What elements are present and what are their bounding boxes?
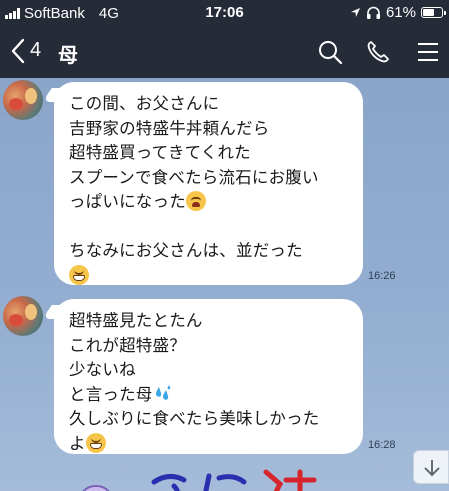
phone-icon[interactable] — [365, 39, 391, 65]
message-line-with-emoji: よ — [69, 432, 359, 457]
message-bubble[interactable]: この間、お父さんに 吉野家の特盛牛丼頼んだら 超特盛買ってきてくれた スプーンで… — [54, 82, 363, 285]
search-icon[interactable] — [317, 39, 343, 65]
arrow-down-icon — [424, 460, 440, 477]
menu-icon[interactable] — [415, 39, 441, 65]
message-line: ちなみにお父さんは、並だった — [69, 241, 303, 260]
status-bar: SoftBank 4G 17:06 61% — [0, 0, 449, 26]
status-right: 61% — [350, 4, 446, 21]
message-bubble[interactable]: 超特盛見たとたん これが超特盛？ 少ないね と言った母 久しぶりに食べたら美味し… — [54, 299, 363, 454]
scroll-to-bottom-button[interactable] — [413, 450, 449, 484]
chat-area[interactable]: この間、お父さんに 吉野家の特盛牛丼頼んだら 超特盛買ってきてくれた スプーンで… — [0, 78, 449, 491]
message-line-with-emoji: と言った母 — [69, 383, 359, 408]
sender-avatar[interactable] — [3, 296, 43, 336]
message-line: 吉野家の特盛牛丼頼んだら — [69, 118, 270, 138]
tired-face-emoji-icon — [185, 191, 206, 211]
message-line: 少ないね — [69, 360, 136, 379]
unread-count[interactable]: 4 — [30, 39, 41, 62]
location-arrow-icon — [350, 8, 360, 17]
headphones-icon — [366, 6, 380, 19]
message-line: よ — [69, 433, 86, 453]
message-line: 超特盛買ってきてくれた — [69, 143, 251, 162]
sender-avatar[interactable] — [3, 80, 43, 120]
message-line: この間、お父さんに — [69, 94, 220, 113]
message-line: 久しぶりに食べたら美味しかった — [69, 409, 320, 428]
grinning-face-emoji-icon — [85, 432, 106, 453]
message-line: 超特盛見たとたん — [69, 311, 203, 330]
message-line-with-emoji — [69, 264, 359, 289]
chat-header: 4 母 — [0, 26, 449, 78]
message-line: と言った母 — [69, 384, 153, 404]
battery-fill — [423, 9, 434, 16]
sweat-droplets-emoji-icon — [155, 384, 170, 400]
grinning-face-emoji-icon — [69, 264, 89, 285]
back-chevron-icon[interactable] — [10, 38, 26, 64]
message-line: スプーンで食べたら流石にお腹い — [69, 167, 319, 187]
sticker-preview[interactable] — [74, 460, 334, 491]
battery-icon — [421, 7, 446, 18]
message-line-with-emoji: っぱいになった — [69, 190, 359, 215]
message-timestamp: 16:26 — [368, 270, 396, 282]
chat-title: 母 — [58, 43, 78, 67]
message-timestamp: 16:28 — [368, 439, 396, 451]
battery-percent: 61% — [385, 4, 416, 21]
message-line: これが超特盛？ — [69, 335, 186, 355]
message-line: っぱいになった — [69, 192, 186, 211]
